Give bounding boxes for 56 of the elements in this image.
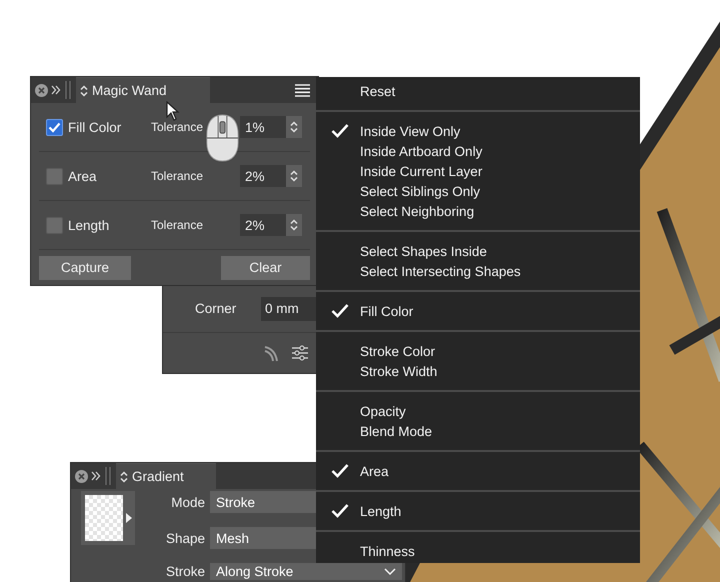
menu-item[interactable]: Opacity [316,401,640,421]
spinner-icon [290,121,298,133]
menu-item[interactable]: Stroke Width [316,361,640,381]
menu-icon[interactable] [295,84,310,96]
menu-item[interactable]: Select Neighboring [316,201,640,221]
field-label: Mode [170,494,206,510]
tolerance-label: Tolerance [151,218,204,232]
spinner-button[interactable] [286,116,302,138]
field-label: Stroke [164,564,206,579]
menu-item[interactable]: Select Siblings Only [316,181,640,201]
spinner-icon [290,219,298,231]
clear-button[interactable]: Clear [221,256,310,280]
sliders-icon[interactable] [291,344,309,362]
expand-icon[interactable] [51,85,61,95]
menu-item[interactable]: Inside Current Layer [316,161,640,181]
tolerance-label: Tolerance [151,120,204,134]
tolerance-field[interactable]: 2% [240,214,286,236]
field-label: Shape [164,530,206,546]
menu-item[interactable]: Select Intersecting Shapes [316,261,640,281]
expand-icon[interactable] [91,471,101,481]
grip-icon[interactable] [64,81,72,99]
spinner-button[interactable] [286,165,302,187]
menu-item[interactable]: Reset [316,81,640,101]
tolerance-field[interactable]: 1% [240,116,286,138]
menu-item[interactable]: Inside View Only [316,121,640,141]
capture-button[interactable]: Capture [39,256,131,280]
check-icon [331,503,349,518]
menu-item[interactable]: Area [316,461,640,481]
close-icon[interactable] [75,470,88,482]
checkbox-label: Area [68,168,98,184]
menu-item[interactable]: Select Shapes Inside [316,241,640,261]
dropdown[interactable]: Along Stroke [210,563,402,580]
checkbox-label: Fill Color [68,120,122,134]
cursor-icon [166,101,180,121]
checkbox[interactable] [46,216,63,234]
spinner-icon [290,170,298,182]
field-label: Corner [195,301,238,316]
updown-icon [120,470,128,482]
grip-icon[interactable] [104,467,112,485]
tolerance-field[interactable]: 2% [240,165,286,187]
menu-item[interactable]: Stroke Color [316,341,640,361]
updown-icon [80,84,88,96]
gradient-swatch[interactable] [81,491,135,545]
checkbox[interactable] [46,168,63,184]
menu-item[interactable]: Blend Mode [316,421,640,441]
tolerance-label: Tolerance [151,169,204,183]
check-icon [331,123,349,138]
checkbox-label: Length [68,218,110,232]
close-icon[interactable] [35,84,48,96]
spinner-button[interactable] [286,214,302,236]
check-icon [331,303,349,318]
menu-item[interactable]: Inside Artboard Only [316,141,640,161]
check-icon [331,463,349,478]
checkbox[interactable] [46,118,63,136]
play-icon[interactable] [126,513,132,523]
chevron-down-icon [384,568,396,575]
